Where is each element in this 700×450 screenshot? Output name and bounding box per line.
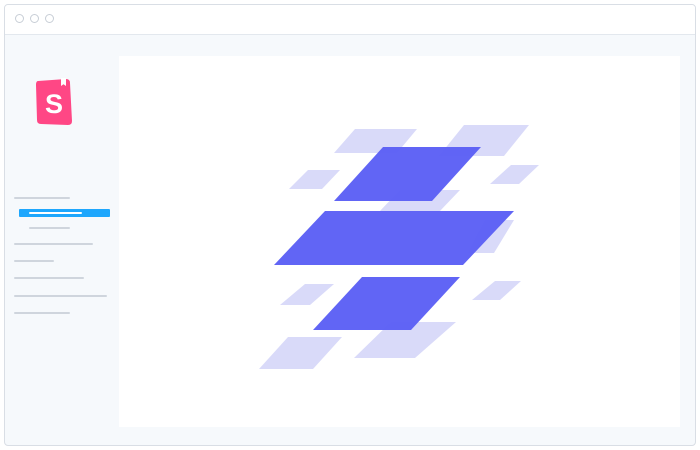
- sidebar-item-8[interactable]: [14, 312, 70, 314]
- sidebar-item-5[interactable]: [14, 260, 54, 262]
- sidebar: S: [5, 35, 117, 445]
- storybook-logo-icon[interactable]: S: [35, 77, 73, 126]
- sidebar-item-2-label: [29, 212, 82, 214]
- window-titlebar: [5, 5, 695, 35]
- sidebar-item-4[interactable]: [14, 243, 93, 245]
- sidebar-item-3[interactable]: [29, 227, 70, 229]
- screen: S: [0, 0, 700, 450]
- sidebar-item-1[interactable]: [14, 197, 70, 199]
- sidebar-item-6[interactable]: [14, 277, 84, 279]
- stacked-layers-illustration-icon: [259, 125, 539, 369]
- maximize-dot[interactable]: [45, 14, 54, 23]
- close-dot[interactable]: [15, 14, 24, 23]
- sidebar-item-7[interactable]: [14, 295, 107, 297]
- logo-letter: S: [45, 89, 63, 119]
- minimize-dot[interactable]: [30, 14, 39, 23]
- app-window: S: [4, 4, 696, 446]
- sidebar-item-2[interactable]: [19, 209, 110, 217]
- canvas-preview: [119, 56, 680, 427]
